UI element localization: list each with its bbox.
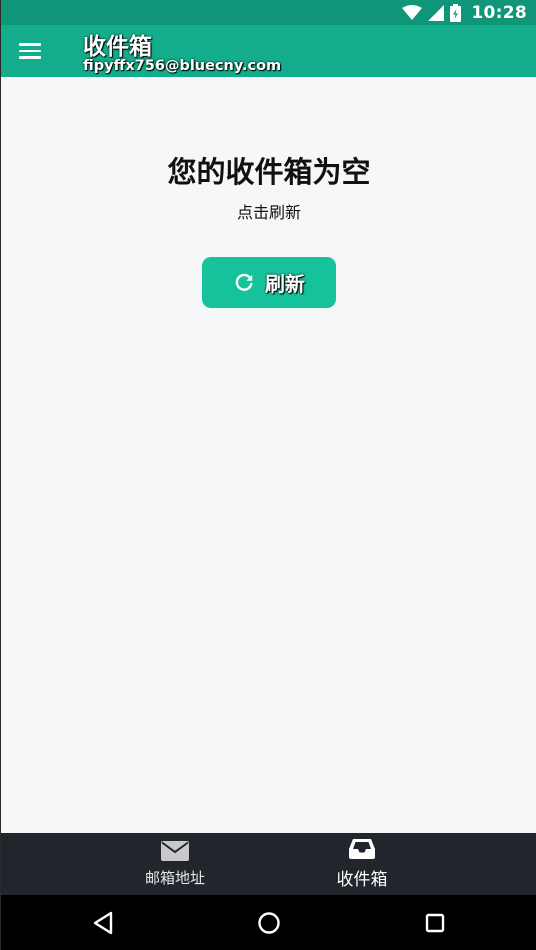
mail-icon (161, 840, 189, 865)
tab-mail-address-label: 邮箱地址 (144, 868, 205, 887)
back-icon[interactable] (89, 909, 117, 937)
tab-inbox-label: 收件箱 (336, 869, 388, 890)
tab-inbox[interactable]: 收件箱 (292, 833, 432, 895)
inbox-content: 您的收件箱为空 点击刷新 刷新 (1, 77, 536, 833)
inbox-icon (349, 838, 375, 863)
recents-icon[interactable] (421, 909, 449, 937)
system-nav-bar (1, 895, 536, 950)
email-address: fipyffx756@bluecny.com (83, 58, 282, 74)
menu-icon[interactable] (19, 39, 47, 63)
bottom-tab-bar: 邮箱地址 收件箱 (1, 833, 536, 895)
status-time: 10:28 (471, 2, 527, 23)
refresh-icon (233, 272, 255, 294)
refresh-button[interactable]: 刷新 (202, 257, 336, 308)
wifi-icon (402, 4, 423, 21)
app-title: 收件箱 (83, 34, 152, 60)
battery-icon (450, 3, 462, 22)
app-bar: 收件箱 fipyffx756@bluecny.com (1, 25, 536, 77)
tab-mail-address[interactable]: 邮箱地址 (105, 833, 245, 895)
refresh-button-label: 刷新 (265, 272, 305, 296)
screen: 10:28 收件箱 fipyffx756@bluecny.com 您的收件箱为空… (0, 0, 536, 950)
home-icon[interactable] (255, 909, 283, 937)
status-bar: 10:28 (1, 0, 536, 25)
empty-state-title: 您的收件箱为空 (167, 155, 371, 189)
signal-icon (428, 4, 445, 21)
empty-state-hint: 点击刷新 (236, 203, 301, 222)
